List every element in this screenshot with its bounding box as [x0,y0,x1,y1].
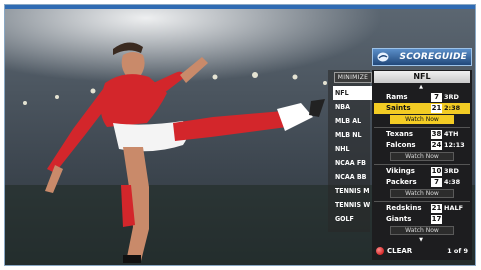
team-name: Texans [386,130,413,138]
clear-button[interactable]: CLEAR [387,244,412,258]
team-name: Packers [386,178,417,186]
team-score: 7 [431,178,442,187]
scroll-up-arrow-icon[interactable]: ▲ [418,84,424,90]
team-name: Rams [386,93,408,101]
sidebar-item-mlb-nl[interactable]: MLB NL [333,128,373,142]
league-title: NFL [374,71,470,83]
team-name: Saints [386,104,411,112]
sidebar-item-golf[interactable]: GOLF [333,212,373,226]
team-row: Falcons 24 12:13 [374,140,470,151]
top-accent-bar [5,5,475,9]
sidebar-item-ncaa-bb[interactable]: NCAA BB [333,170,373,184]
team-row: Rams 7 3RD [374,92,470,103]
scroll-down-arrow-icon[interactable]: ▼ [418,237,424,243]
team-score: 24 [431,141,442,150]
game-card[interactable]: Vikings 10 3RD Packers 7 4:38 Watch Now [374,166,470,198]
scoreguide-logo: SCOREGUIDE [372,48,472,66]
divider [374,164,470,165]
sidebar-item-ncaa-fb[interactable]: NCAA FB [333,156,373,170]
team-row: Packers 7 4:38 [374,177,470,188]
watch-now-button[interactable]: Watch Now [390,226,454,235]
watch-now-button[interactable]: Watch Now [390,115,454,124]
sidebar-item-nhl[interactable]: NHL [333,142,373,156]
team-name: Vikings [386,167,415,175]
game-card[interactable]: Texans 38 4TH Falcons 24 12:13 Watch Now [374,129,470,161]
game-card[interactable]: Rams 7 3RD Saints 21 2:38 Watch Now [374,92,470,124]
minimize-button[interactable]: MINIMIZE [334,72,372,83]
divider [374,127,470,128]
team-row: Vikings 10 3RD [374,166,470,177]
panel-footer: CLEAR 1 of 9 [372,244,472,258]
team-row: Texans 38 4TH [374,129,470,140]
team-score: 38 [431,130,442,139]
page-indicator: 1 of 9 [447,247,468,255]
watch-now-button[interactable]: Watch Now [390,189,454,198]
game-period: 3RD [444,167,459,175]
dish-logo-icon [377,52,389,62]
game-clock: 4:38 [444,178,461,186]
watch-now-button[interactable]: Watch Now [390,152,454,161]
team-row: Redskins 21 HALF [374,203,470,214]
team-row: Giants 17 [374,214,470,225]
team-name: Giants [386,215,412,223]
sidebar-item-tennis-m[interactable]: TENNIS M [333,184,373,198]
team-score: 21 [431,104,442,113]
red-circle-button-icon[interactable] [376,247,384,255]
game-clock: 2:38 [444,104,461,112]
team-name: Redskins [386,204,422,212]
game-period: HALF [444,204,464,212]
logo-text: SCOREGUIDE [399,52,467,62]
game-period: 3RD [444,93,459,101]
team-score: 21 [431,204,442,213]
team-score: 10 [431,167,442,176]
sidebar-item-tennis-w[interactable]: TENNIS W [333,198,373,212]
sidebar-item-nfl[interactable]: NFL [333,86,373,100]
game-period: 4TH [444,130,459,138]
divider [374,201,470,202]
team-row: Saints 21 2:38 [374,103,470,114]
sidebar-item-nba[interactable]: NBA [333,100,373,114]
team-score: 17 [431,215,442,224]
game-clock: 12:13 [444,141,465,149]
sidebar-item-mlb-al[interactable]: MLB AL [333,114,373,128]
team-name: Falcons [386,141,416,149]
game-card[interactable]: Redskins 21 HALF Giants 17 Watch Now [374,203,470,235]
team-score: 7 [431,93,442,102]
